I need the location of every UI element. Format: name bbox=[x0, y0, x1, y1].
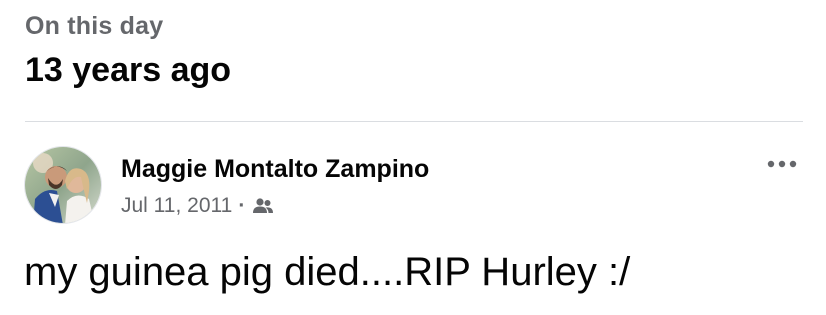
more-options-button[interactable] bbox=[764, 154, 800, 174]
divider bbox=[25, 121, 803, 122]
memory-label: On this day bbox=[25, 12, 164, 40]
avatar-photo bbox=[25, 147, 101, 223]
friends-icon[interactable] bbox=[252, 197, 274, 215]
meta-separator: · bbox=[238, 194, 246, 217]
post-meta: Jul 11, 2011 · bbox=[121, 192, 274, 220]
author-name[interactable]: Maggie Montalto Zampino bbox=[121, 153, 429, 185]
avatar[interactable] bbox=[24, 146, 102, 224]
post-text: my guinea pig died....RIP Hurley :/ bbox=[24, 250, 631, 294]
memory-header: On this day 13 years ago bbox=[25, 10, 231, 92]
more-options-icon bbox=[767, 160, 797, 168]
memory-age: 13 years ago bbox=[25, 51, 232, 89]
post-header: Maggie Montalto Zampino Jul 11, 2011 · bbox=[24, 146, 804, 226]
post-date[interactable]: Jul 11, 2011 bbox=[121, 192, 232, 220]
